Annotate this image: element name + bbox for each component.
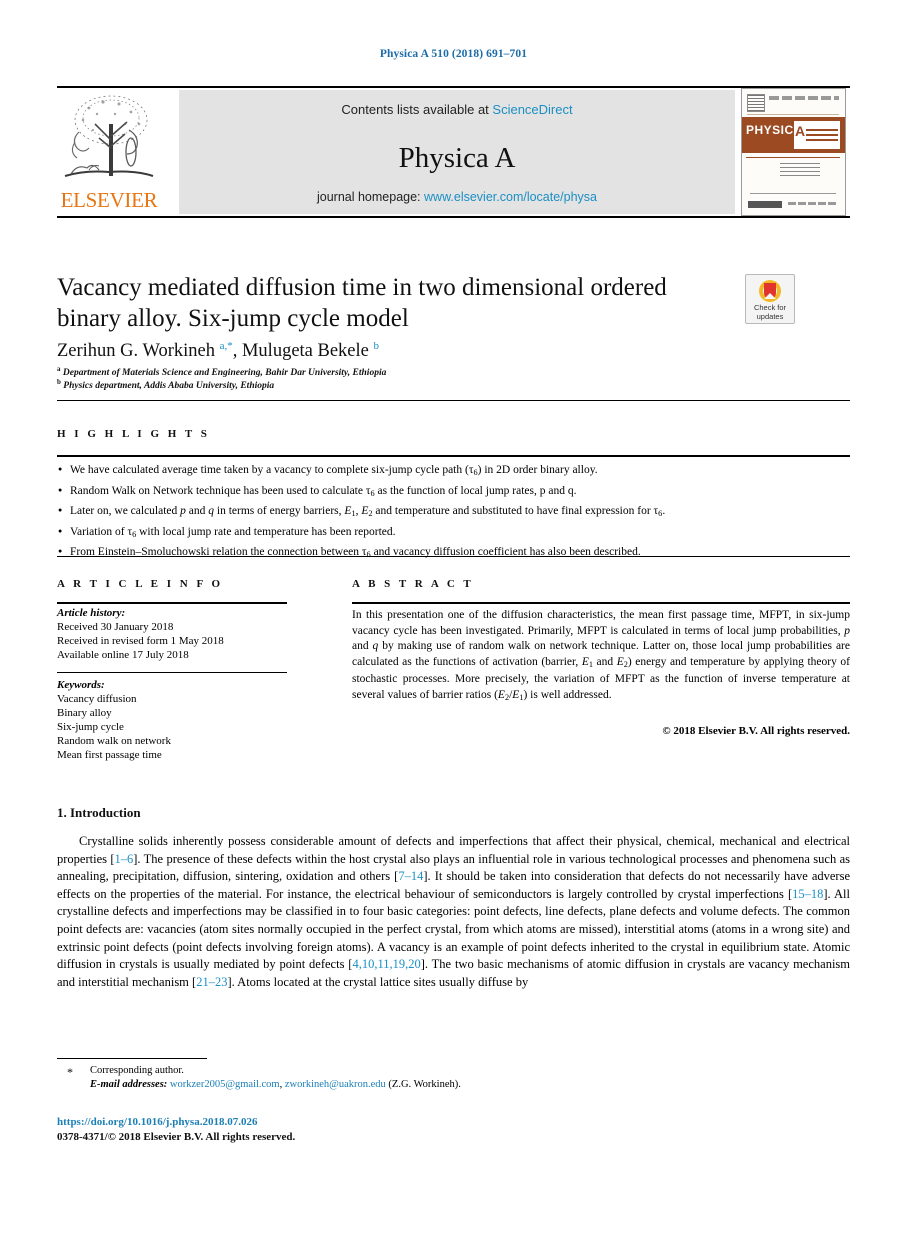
article-history-heading: Article history: — [57, 607, 126, 619]
highlights-rule-mid — [57, 455, 850, 457]
keyword-item: Vacancy diffusion — [57, 693, 137, 705]
keyword-item: Mean first passage time — [57, 749, 162, 761]
affiliation-a: a Department of Materials Science and En… — [57, 365, 737, 378]
masthead: ELSEVIER Contents lists available at Sci… — [57, 86, 850, 216]
issn-copyright-line: 0378-4371/© 2018 Elsevier B.V. All right… — [57, 1131, 296, 1143]
sciencedirect-link[interactable]: ScienceDirect — [492, 102, 572, 117]
author-list: Zerihun G. Workineh a,*, Mulugeta Bekele… — [57, 340, 379, 362]
email-label: E-mail addresses: — [90, 1079, 168, 1090]
contents-available-line: Contents lists available at ScienceDirec… — [179, 102, 735, 117]
page-title: Vacancy mediated diffusion time in two d… — [57, 274, 667, 332]
cover-rule — [746, 157, 840, 158]
corresponding-author-text: Corresponding author. — [90, 1065, 184, 1076]
email-attribution: (Z.G. Workineh). — [388, 1079, 461, 1090]
articleinfo-rule-top — [57, 556, 850, 557]
crossmark-badge[interactable]: Check for updates — [745, 274, 795, 324]
elsevier-wordmark: ELSEVIER — [60, 188, 158, 212]
abstract-heading: A B S T R A C T — [352, 578, 474, 590]
affiliation-a-marker: a — [57, 365, 61, 373]
corresponding-author-marker: * — [67, 1065, 73, 1079]
highlights-list: We have calculated average time taken by… — [57, 461, 850, 565]
homepage-prefix-text: journal homepage: — [316, 190, 425, 204]
keywords-heading: Keywords: — [57, 679, 105, 691]
history-item: Received 30 January 2018 — [57, 621, 174, 633]
highlight-item: Random Walk on Network technique has bee… — [57, 482, 850, 503]
cover-banner: PHYSICA A — [742, 117, 845, 153]
doi-link[interactable]: https://doi.org/10.1016/j.physa.2018.07.… — [57, 1116, 257, 1128]
contents-panel: Contents lists available at ScienceDirec… — [179, 90, 735, 214]
abstract-text: In this presentation one of the diffusio… — [352, 609, 850, 702]
introduction-paragraph: Crystalline solids inherently possess co… — [57, 834, 851, 989]
cover-header-text — [769, 96, 839, 100]
history-item: Received in revised form 1 May 2018 — [57, 635, 224, 647]
journal-homepage-line: journal homepage: www.elsevier.com/locat… — [179, 190, 735, 204]
email-link-2[interactable]: zworkineh@uakron.edu — [285, 1079, 386, 1090]
cover-header-row — [747, 94, 839, 115]
keywords-block: Keywords: Vacancy diffusion Binary alloy… — [57, 678, 307, 762]
cover-elsevier-icon — [747, 94, 765, 112]
running-head: Physica A 510 (2018) 691–701 — [379, 48, 528, 60]
highlight-item: From Einstein–Smoluchowski relation the … — [57, 543, 850, 564]
affiliation-b: b Physics department, Addis Ababa Univer… — [57, 378, 737, 391]
footnote-rule — [57, 1058, 207, 1059]
journal-title: Physica A — [398, 142, 516, 174]
keyword-item: Six-jump cycle — [57, 721, 124, 733]
crossmark-mark-icon — [764, 283, 776, 299]
article-info-heading: A R T I C L E I N F O — [57, 578, 224, 590]
email-line: E-mail addresses: workzer2005@gmail.com,… — [57, 1078, 757, 1092]
footnote-block: * Corresponding author. E-mail addresses… — [57, 1064, 757, 1092]
articleinfo-rule-a — [57, 602, 287, 604]
journal-homepage-link[interactable]: www.elsevier.com/locate/physa — [424, 190, 597, 204]
keyword-item: Binary alloy — [57, 707, 112, 719]
keyword-item: Random walk on network — [57, 735, 171, 747]
cover-banner-subtitle — [806, 129, 838, 141]
article-page: Physica A 510 (2018) 691–701 ELSEVIER Co… — [0, 0, 907, 1238]
journal-cover-thumbnail[interactable]: PHYSICA A — [741, 88, 846, 216]
highlights-heading: H I G H L I G H T S — [57, 428, 210, 440]
highlight-item: Variation of τ6 with local jump rate and… — [57, 523, 850, 544]
affiliation-a-text: Department of Materials Science and Engi… — [62, 368, 387, 379]
affiliation-b-marker: b — [57, 378, 61, 386]
cover-author-lines — [780, 163, 820, 179]
abstract-copyright: © 2018 Elsevier B.V. All rights reserved… — [662, 725, 850, 737]
affiliation-b-text: Physics department, Addis Ababa Universi… — [63, 381, 275, 392]
section-heading-introduction: 1. Introduction — [57, 805, 141, 820]
articleinfo-rule-c — [57, 672, 287, 673]
abstract-rule — [352, 602, 850, 604]
history-item: Available online 17 July 2018 — [57, 649, 189, 661]
crossmark-label: Check for updates — [746, 303, 794, 321]
cover-barcode — [748, 201, 782, 208]
elsevier-logo: ELSEVIER — [57, 90, 161, 214]
crossmark-line2: updates — [756, 311, 784, 321]
contents-prefix-text: Contents lists available at — [341, 102, 493, 117]
masthead-rule-bottom — [57, 216, 850, 218]
highlight-item: We have calculated average time taken by… — [57, 461, 850, 482]
highlights-rule-top — [57, 400, 850, 401]
cover-bottom-rule — [750, 193, 836, 194]
email-link-1[interactable]: workzer2005@gmail.com — [170, 1079, 280, 1090]
cover-bottom-text — [788, 202, 838, 205]
highlight-item: Later on, we calculated p and q in terms… — [57, 502, 850, 523]
cover-banner-letter: A — [795, 123, 806, 139]
elsevier-tree-icon — [59, 90, 159, 188]
article-history: Article history: Received 30 January 201… — [57, 606, 307, 662]
cover-banner-right: A — [794, 121, 840, 149]
